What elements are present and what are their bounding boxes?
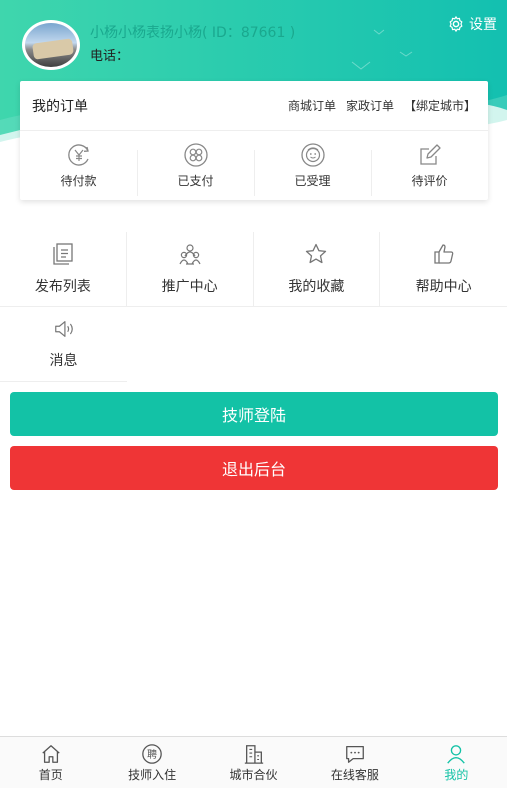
state-label: 已支付 (177, 174, 214, 188)
bottom-tab-bar: 首页 聘 技师入住 城市合伙 在线客服 我的 (0, 736, 507, 788)
feature-grid: 发布列表 推广中心 我的收藏 帮助中心 消息 (0, 232, 507, 382)
svg-text:聘: 聘 (147, 748, 157, 761)
grid-item-promotion-center[interactable]: 推广中心 (126, 232, 254, 307)
settings-button[interactable]: 设置 (447, 14, 497, 34)
speaker-icon (54, 321, 73, 337)
hire-icon: 聘 (142, 743, 162, 764)
grid-label: 发布列表 (34, 279, 91, 295)
people-icon (179, 244, 201, 265)
user-icon (447, 744, 466, 764)
my-orders-card: 我的订单 商城订单 家政订单 【绑定城市】 待付款 已支付 已受理 待评价 (20, 81, 488, 200)
grid-row: 消息 (0, 307, 507, 382)
state-accepted[interactable]: 已受理 (254, 142, 371, 196)
star-icon (306, 243, 327, 264)
state-label: 已受理 (294, 174, 331, 188)
chat-icon (346, 745, 364, 763)
paid-icon (183, 143, 208, 167)
tab-label: 技师入住 (128, 767, 177, 782)
avatar[interactable] (22, 20, 80, 70)
tab-city-partner[interactable]: 城市合伙 (203, 737, 304, 788)
state-label: 待付款 (60, 174, 97, 188)
orders-header: 我的订单 商城订单 家政订单 【绑定城市】 (20, 81, 488, 131)
grid-item-my-favorites[interactable]: 我的收藏 (253, 232, 381, 307)
state-pending-payment[interactable]: 待付款 (20, 142, 137, 189)
home-icon (42, 744, 60, 763)
tab-label: 城市合伙 (229, 767, 278, 782)
user-phone: 电话： (90, 49, 130, 64)
tab-technician-join[interactable]: 聘 技师入住 (101, 737, 202, 788)
grid-label: 消息 (49, 353, 78, 369)
order-links: 商城订单 家政订单 【绑定城市】 (288, 97, 476, 114)
grid-label: 帮助中心 (415, 279, 472, 295)
orders-title: 我的订单 (32, 98, 88, 115)
grid-item-publish-list[interactable]: 发布列表 (0, 232, 127, 307)
technician-login-button[interactable]: 技师登陆 (10, 392, 498, 436)
thumbs-up-icon (433, 244, 453, 264)
logout-button[interactable]: 退出后台 (10, 446, 498, 490)
tab-online-service[interactable]: 在线客服 (304, 737, 405, 788)
mall-orders-link[interactable]: 商城订单 (288, 97, 336, 114)
gear-icon (449, 16, 463, 32)
housekeeping-orders-link[interactable]: 家政订单 (346, 97, 394, 114)
yuan-refresh-icon (67, 144, 89, 166)
grid-item-help-center[interactable]: 帮助中心 (380, 232, 507, 307)
grid-row: 发布列表 推广中心 我的收藏 帮助中心 (0, 232, 507, 307)
state-paid[interactable]: 已支付 (137, 142, 254, 196)
user-name: 小杨小杨表扬小杨( ID：87661 ) (90, 25, 296, 41)
avatar-photo (32, 38, 74, 60)
state-pending-review[interactable]: 待评价 (371, 142, 488, 196)
tab-label: 在线客服 (330, 767, 379, 782)
settings-label: 设置 (469, 17, 497, 33)
state-label: 待评价 (411, 174, 448, 188)
grid-label: 我的收藏 (288, 279, 345, 295)
grid-label: 推广中心 (161, 279, 218, 295)
order-states: 待付款 已支付 已受理 待评价 (20, 131, 488, 200)
edit-review-icon (419, 144, 441, 165)
tab-home[interactable]: 首页 (0, 737, 101, 788)
building-icon (244, 744, 263, 764)
grid-item-messages[interactable]: 消息 (0, 307, 127, 382)
tab-mine[interactable]: 我的 (406, 737, 507, 788)
list-icon (53, 243, 73, 265)
tab-label: 我的 (444, 767, 469, 782)
bind-city-link[interactable]: 【绑定城市】 (404, 97, 476, 114)
tab-label: 首页 (38, 767, 63, 782)
accepted-icon (300, 143, 325, 167)
